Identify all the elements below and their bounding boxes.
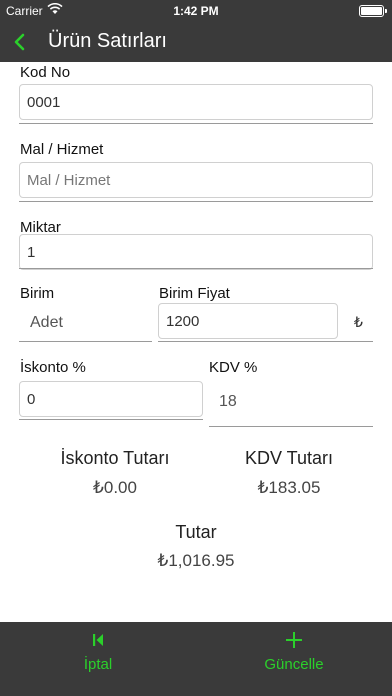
birim-fiyat-input[interactable]: 1200	[158, 303, 338, 339]
birim-label: Birim	[20, 285, 55, 302]
miktar-input[interactable]: 1	[19, 234, 373, 270]
tutar-label: Tutar	[175, 522, 217, 542]
kdv-tutari-label: KDV Tutarı	[244, 448, 334, 468]
update-button[interactable]: Güncelle	[196, 622, 392, 696]
kod-no-label: Kod No	[20, 64, 71, 81]
cancel-button[interactable]: İptal	[0, 622, 196, 696]
chevron-left-icon[interactable]	[10, 31, 32, 53]
bottom-toolbar: İptal Güncelle	[0, 622, 392, 696]
update-label: Güncelle	[264, 656, 324, 673]
miktar-underline	[19, 268, 373, 269]
currency-symbol: ₺	[354, 314, 363, 330]
kdv-tutari-value: ₺183.05	[257, 478, 321, 497]
birim-fiyat-underline	[158, 341, 373, 342]
kod-no-underline	[19, 123, 373, 124]
mal-hizmet-label: Mal / Hizmet	[20, 141, 104, 158]
kod-no-input[interactable]: 0001	[19, 84, 373, 120]
kdv-underline	[209, 426, 373, 427]
iskonto-underline	[19, 419, 203, 420]
birim-underline	[19, 341, 152, 342]
iskonto-label: İskonto %	[20, 359, 86, 376]
status-bar: Carrier 1:42 PM	[0, 0, 392, 22]
birim-fiyat-label: Birim Fiyat	[159, 285, 230, 302]
battery-icon	[359, 5, 387, 17]
iskonto-input[interactable]: 0	[19, 381, 203, 417]
tutar-value: ₺1,016.95	[157, 551, 235, 570]
iskonto-tutari-value: ₺0.00	[93, 478, 137, 497]
plus-icon	[286, 632, 302, 648]
mal-hizmet-underline	[19, 201, 373, 202]
kdv-input[interactable]: 18	[219, 393, 237, 411]
mal-hizmet-input[interactable]: Mal / Hizmet	[19, 162, 373, 198]
skip-back-icon	[93, 634, 103, 646]
page-title: Ürün Satırları	[48, 30, 167, 52]
cancel-label: İptal	[83, 656, 113, 673]
clock: 1:42 PM	[173, 4, 219, 18]
iskonto-tutari-label: İskonto Tutarı	[60, 448, 170, 468]
navigation-bar: Ürün Satırları	[0, 22, 392, 62]
kdv-label: KDV %	[209, 359, 258, 376]
birim-select[interactable]: Adet	[30, 314, 63, 332]
